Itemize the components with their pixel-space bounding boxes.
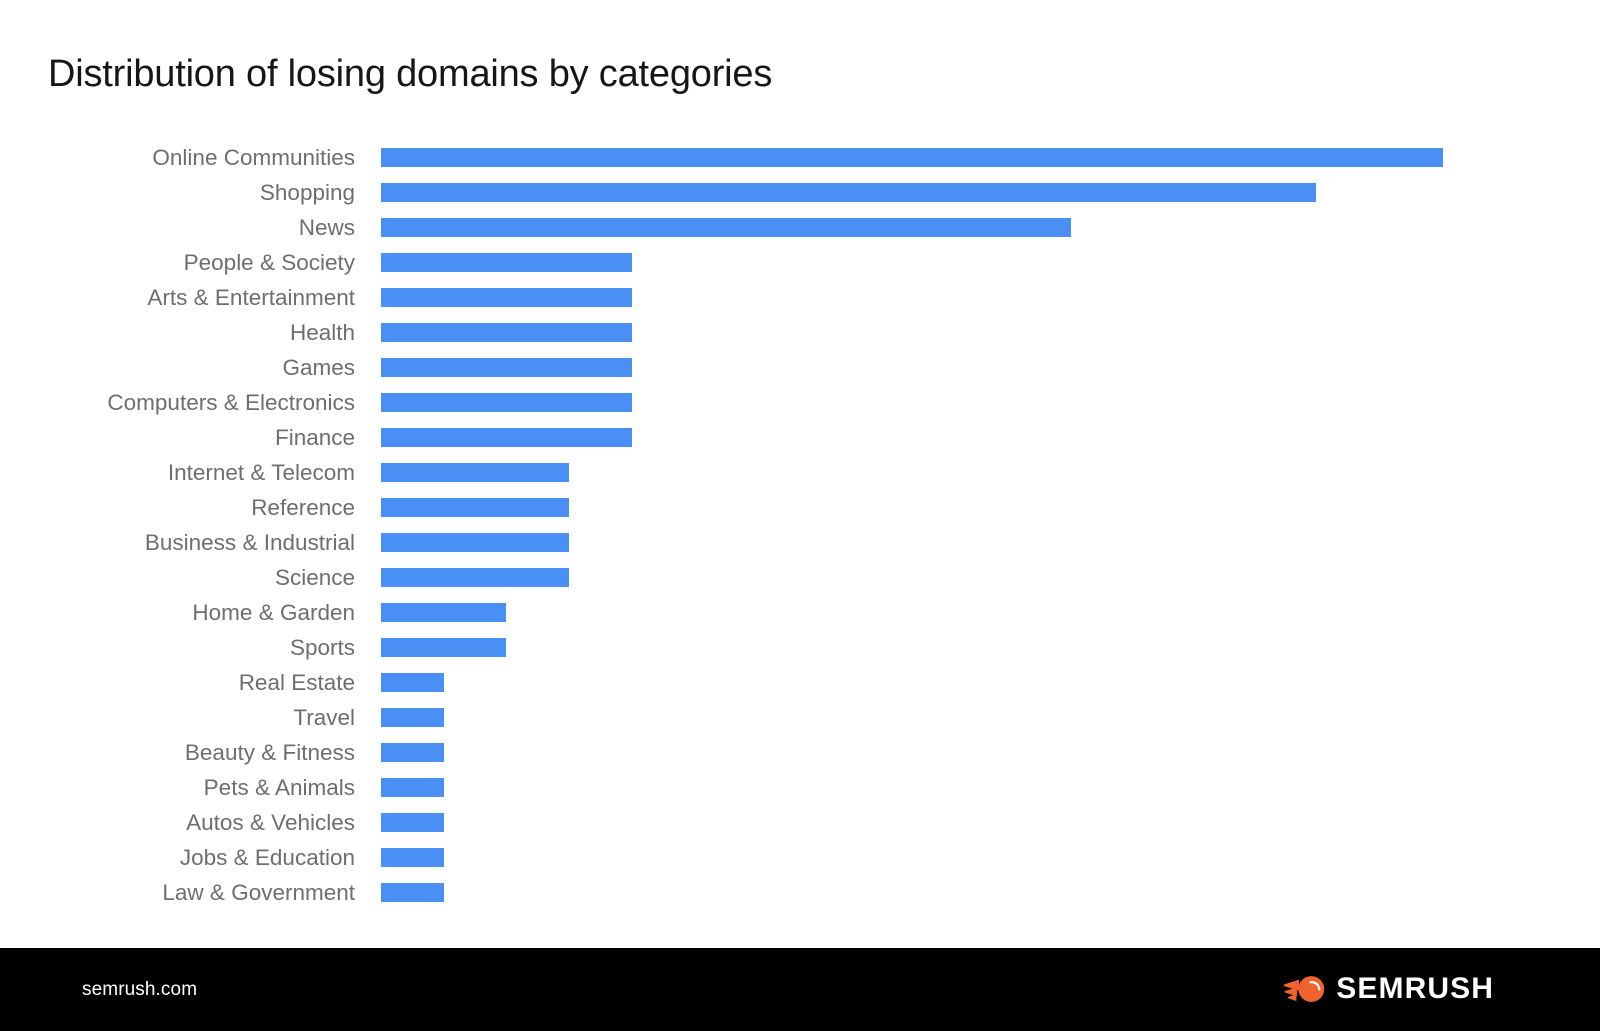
bar-category-label: Pets & Animals xyxy=(203,775,355,800)
bar-fill[interactable] xyxy=(381,743,444,762)
bar-fill[interactable] xyxy=(381,708,444,727)
page-title: Distribution of losing domains by catego… xyxy=(48,53,773,95)
bar-row: Online Communities xyxy=(0,140,1600,175)
bar-track xyxy=(381,673,1481,692)
bar-track xyxy=(381,428,1481,447)
bar-track xyxy=(381,253,1481,272)
bar-fill[interactable] xyxy=(381,848,444,867)
bar-row: Science xyxy=(0,560,1600,595)
bar-track xyxy=(381,708,1481,727)
bar-fill[interactable] xyxy=(381,218,1072,237)
bar-category-label: Internet & Telecom xyxy=(167,460,355,485)
bar-fill[interactable] xyxy=(381,603,507,622)
bar-track xyxy=(381,288,1481,307)
bar-category-label: Real Estate xyxy=(238,670,355,695)
bar-track xyxy=(381,393,1481,412)
bar-category-label: Law & Government xyxy=(162,880,355,905)
bar-row: Sports xyxy=(0,630,1600,665)
bar-row: Health xyxy=(0,315,1600,350)
bar-fill[interactable] xyxy=(381,533,569,552)
bar-category-label: Home & Garden xyxy=(192,600,355,625)
bar-category-label: Autos & Vehicles xyxy=(186,810,355,835)
bar-category-label: Online Communities xyxy=(152,145,355,170)
bar-category-label: Games xyxy=(282,355,355,380)
bar-fill[interactable] xyxy=(381,498,569,517)
bar-fill[interactable] xyxy=(381,638,507,657)
bar-row: Business & Industrial xyxy=(0,525,1600,560)
bar-track xyxy=(381,743,1481,762)
semrush-logo: SEMRUSH xyxy=(1283,971,1494,1007)
bar-row: Home & Garden xyxy=(0,595,1600,630)
bar-track xyxy=(381,533,1481,552)
bar-row: News xyxy=(0,210,1600,245)
bar-category-label: Arts & Entertainment xyxy=(147,285,355,310)
bar-fill[interactable] xyxy=(381,393,632,412)
bar-fill[interactable] xyxy=(381,813,444,832)
bar-fill[interactable] xyxy=(381,323,632,342)
bar-category-label: Computers & Electronics xyxy=(107,390,355,415)
bar-category-label: Sports xyxy=(289,635,355,660)
bar-track xyxy=(381,498,1481,517)
bar-category-label: News xyxy=(298,215,355,240)
bar-row: Jobs & Education xyxy=(0,840,1600,875)
bar-fill[interactable] xyxy=(381,253,632,272)
bar-row: Real Estate xyxy=(0,665,1600,700)
bar-fill[interactable] xyxy=(381,358,632,377)
bar-category-label: Jobs & Education xyxy=(179,845,355,870)
bar-fill[interactable] xyxy=(381,288,632,307)
bar-category-label: Shopping xyxy=(259,180,355,205)
bar-category-label: Reference xyxy=(251,495,355,520)
bar-row: Computers & Electronics xyxy=(0,385,1600,420)
chart-slide: Distribution of losing domains by catego… xyxy=(0,0,1600,1031)
bar-category-label: People & Society xyxy=(183,250,355,275)
semrush-wordmark: SEMRUSH xyxy=(1336,972,1494,1005)
bar-track xyxy=(381,218,1481,237)
bar-row: Arts & Entertainment xyxy=(0,280,1600,315)
bar-track xyxy=(381,603,1481,622)
bar-row: Games xyxy=(0,350,1600,385)
bar-fill[interactable] xyxy=(381,883,444,902)
bar-track xyxy=(381,148,1481,167)
bar-row: Beauty & Fitness xyxy=(0,735,1600,770)
bar-track xyxy=(381,463,1481,482)
bar-category-label: Science xyxy=(274,565,355,590)
bar-track xyxy=(381,323,1481,342)
bar-category-label: Finance xyxy=(274,425,355,450)
bar-row: Shopping xyxy=(0,175,1600,210)
bar-row: Finance xyxy=(0,420,1600,455)
bar-track xyxy=(381,883,1481,902)
bar-chart: Online Communities Shopping News People & S… xyxy=(0,140,1600,930)
bar-row: Pets & Animals xyxy=(0,770,1600,805)
bar-row: Autos & Vehicles xyxy=(0,805,1600,840)
bar-fill[interactable] xyxy=(381,428,632,447)
footer-site-url: semrush.com xyxy=(82,979,198,1000)
semrush-comet-icon xyxy=(1284,976,1325,1002)
bar-category-label: Business & Industrial xyxy=(144,530,355,555)
bar-fill[interactable] xyxy=(381,463,569,482)
bar-fill[interactable] xyxy=(381,183,1316,202)
bar-category-label: Travel xyxy=(293,705,355,730)
bar-category-label: Beauty & Fitness xyxy=(184,740,355,765)
bar-track xyxy=(381,778,1481,797)
bar-row: Travel xyxy=(0,700,1600,735)
bar-category-label: Health xyxy=(289,320,355,345)
bar-track xyxy=(381,848,1481,867)
bar-track xyxy=(381,183,1481,202)
bar-track xyxy=(381,813,1481,832)
footer: semrush.com SEMRUSH xyxy=(0,948,1600,1031)
bar-track xyxy=(381,358,1481,377)
bar-fill[interactable] xyxy=(381,778,444,797)
bar-fill[interactable] xyxy=(381,673,444,692)
bar-track xyxy=(381,568,1481,587)
bar-row: Reference xyxy=(0,490,1600,525)
bar-row: People & Society xyxy=(0,245,1600,280)
bar-track xyxy=(381,638,1481,657)
bar-fill[interactable] xyxy=(381,148,1443,167)
bar-row: Law & Government xyxy=(0,875,1600,910)
bar-fill[interactable] xyxy=(381,568,569,587)
bar-row: Internet & Telecom xyxy=(0,455,1600,490)
